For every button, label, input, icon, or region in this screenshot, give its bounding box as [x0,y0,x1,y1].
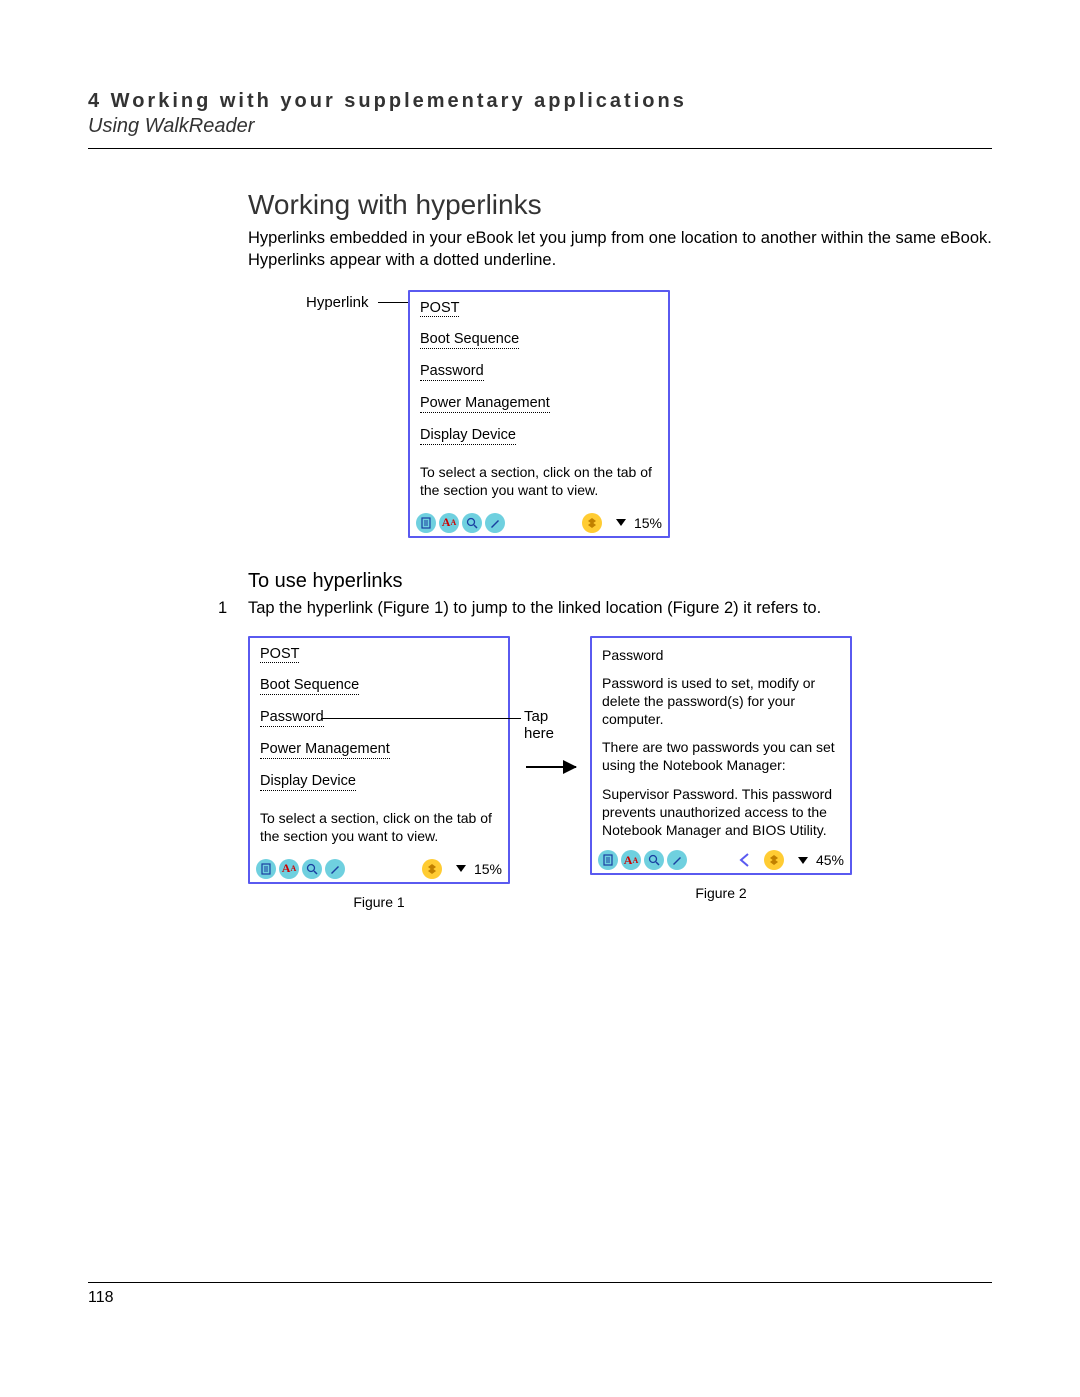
footer-rule [88,1282,992,1283]
subheader: Using WalkReader [88,115,992,138]
percent-label: 45% [816,852,844,868]
pencil-icon[interactable] [485,513,505,533]
list-icon[interactable] [416,513,436,533]
arrow-icon [526,766,576,768]
hyperlink-item[interactable]: Password [420,364,484,381]
font-size-icon[interactable]: AA [621,850,641,870]
panel-note: To select a section, click on the tab of… [260,809,498,845]
step-number: 1 [218,599,248,618]
percent-label: 15% [634,515,662,531]
fig2-para: There are two passwords you can set usin… [602,738,840,774]
hyperlink-item[interactable]: Boot Sequence [260,678,359,695]
percent-label: 15% [474,861,502,877]
figure-caption: Figure 1 [248,894,510,910]
fig2-title: Password [602,646,840,664]
bookmark-icon[interactable] [764,850,784,870]
font-size-icon[interactable]: AA [279,859,299,879]
hyperlink-item[interactable]: Display Device [420,428,516,445]
search-icon[interactable] [462,513,482,533]
panel-note: To select a section, click on the tab of… [420,463,658,499]
hyperlink-item[interactable]: Password [260,710,324,727]
hyperlink-item[interactable]: Display Device [260,774,356,791]
figure1-panel: POST Boot Sequence Password Power Manage… [248,636,510,884]
back-icon[interactable] [738,852,752,868]
bookmark-icon[interactable] [582,513,602,533]
page-number: 118 [88,1289,992,1307]
pencil-icon[interactable] [325,859,345,879]
sub-section-title: To use hyperlinks [248,570,992,593]
hyperlink-item[interactable]: Power Management [420,396,550,413]
hyperlink-item[interactable]: Power Management [260,742,390,759]
font-size-icon[interactable]: AA [439,513,459,533]
search-icon[interactable] [644,850,664,870]
tap-here-line [321,718,521,719]
search-icon[interactable] [302,859,322,879]
fig2-para: Supervisor Password. This password preve… [602,785,840,840]
hyperlink-item[interactable]: Boot Sequence [420,332,519,349]
tap-here-label: Tap here [524,708,554,742]
panel-toolbar: AA 15% [250,856,508,882]
fig2-para: Password is used to set, modify or delet… [602,674,840,729]
list-icon[interactable] [598,850,618,870]
callout-hyperlink: Hyperlink [306,294,369,311]
pencil-icon[interactable] [667,850,687,870]
step-text: Tap the hyperlink (Figure 1) to jump to … [248,599,821,618]
bookmark-icon[interactable] [422,859,442,879]
hyperlink-item[interactable]: POST [260,647,299,664]
dropdown-icon[interactable] [616,519,626,526]
dropdown-icon[interactable] [456,865,466,872]
section-title: Working with hyperlinks [248,189,992,221]
list-icon[interactable] [256,859,276,879]
figure-caption: Figure 2 [590,885,852,901]
panel-toolbar: AA [592,847,850,873]
figure2-panel: Password Password is used to set, modify… [590,636,852,876]
hyperlink-item[interactable]: POST [420,301,459,318]
panel-toolbar: AA 15% [410,510,668,536]
header-rule [88,148,992,149]
intro-paragraph: Hyperlinks embedded in your eBook let yo… [248,227,992,272]
chapter-header: 4 Working with your supplementary applic… [88,90,992,113]
dropdown-icon[interactable] [798,857,808,864]
example-panel: POST Boot Sequence Password Power Manage… [408,290,670,538]
